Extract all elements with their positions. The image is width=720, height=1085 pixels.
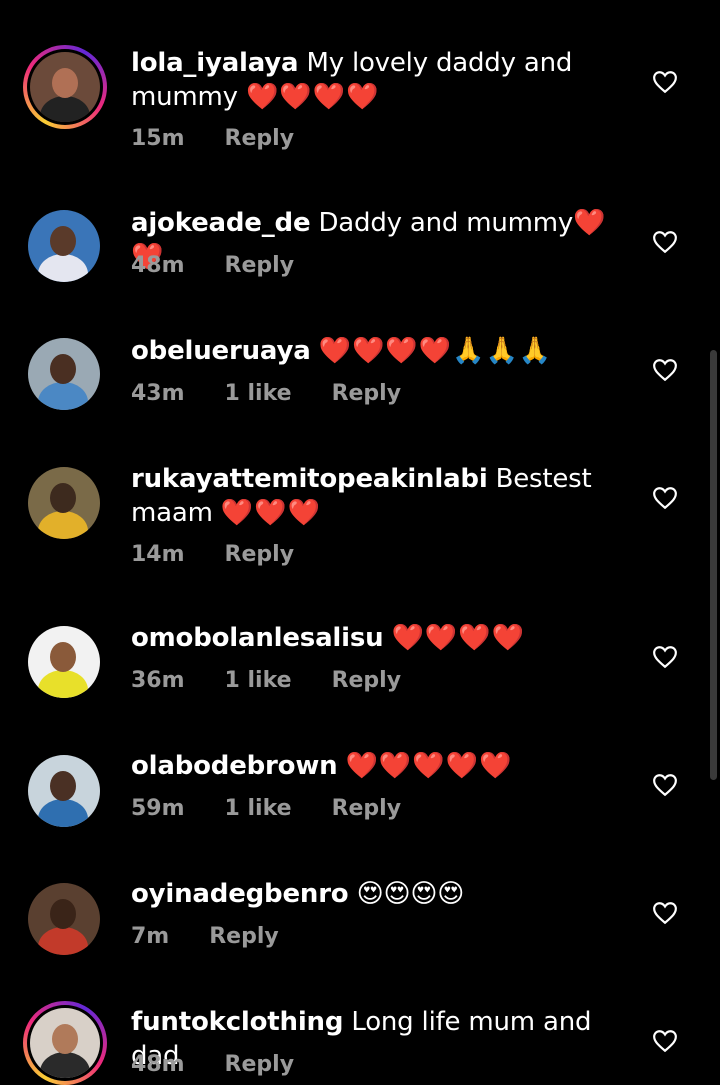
comment-meta: 43m 1 like Reply [131, 381, 441, 406]
comment-time: 15m [131, 126, 185, 151]
comment-username[interactable]: obelueruaya [131, 336, 311, 366]
comment-likes[interactable]: 1 like [225, 796, 292, 821]
heart-outline-icon[interactable] [652, 70, 678, 94]
heart-outline-icon[interactable] [652, 1029, 678, 1053]
comment-username[interactable]: olabodebrown [131, 751, 338, 781]
avatar[interactable] [23, 45, 107, 129]
comment-text: olabodebrown ❤️❤️❤️❤️❤️ [131, 749, 631, 783]
comment-emojis: ❤️❤️❤️❤️❤️ [345, 751, 513, 781]
comment-body: Daddy and mummy [318, 208, 574, 238]
heart-outline-icon[interactable] [652, 773, 678, 797]
comment-text: obelueruaya ❤️❤️❤️❤️🙏🙏🙏 [131, 334, 631, 368]
comment-time: 14m [131, 542, 185, 567]
comment-time: 59m [131, 796, 185, 821]
comment-time: 43m [131, 381, 185, 406]
comment-meta: 7m Reply [131, 924, 319, 949]
comment-text: lola_iyalaya My lovely daddy and mummy ❤… [131, 46, 631, 114]
reply-button[interactable]: Reply [332, 381, 402, 406]
comment-meta: 48m Reply [131, 253, 334, 278]
comment-meta: 59m 1 like Reply [131, 796, 441, 821]
avatar[interactable] [26, 208, 102, 284]
avatar[interactable] [26, 624, 102, 700]
comment-meta: 48m Reply [131, 1052, 334, 1077]
avatar[interactable] [26, 753, 102, 829]
comment-username[interactable]: lola_iyalaya [131, 48, 299, 78]
heart-outline-icon[interactable] [652, 230, 678, 254]
reply-button[interactable]: Reply [225, 542, 295, 567]
comment-emojis: ❤️❤️❤️ [220, 498, 321, 528]
comment-time: 36m [131, 668, 185, 693]
reply-button[interactable]: Reply [332, 796, 402, 821]
comment-username[interactable]: oyinadegbenro [131, 879, 349, 909]
comment-username[interactable]: rukayattemitopeakinlabi [131, 464, 488, 494]
comment-emojis: ❤️❤️❤️❤️🙏🙏🙏 [318, 336, 553, 366]
scrollbar[interactable] [710, 350, 717, 780]
comment-text: omobolanlesalisu ❤️❤️❤️❤️ [131, 621, 631, 655]
reply-button[interactable]: Reply [225, 253, 295, 278]
comment-emojis: ❤️❤️❤️❤️ [245, 82, 380, 112]
comment-time: 48m [131, 1052, 185, 1077]
heart-outline-icon[interactable] [652, 486, 678, 510]
comment-time: 48m [131, 253, 185, 278]
heart-outline-icon[interactable] [652, 358, 678, 382]
comment-meta: 14m Reply [131, 542, 334, 567]
avatar[interactable] [23, 1001, 107, 1085]
avatar[interactable] [26, 336, 102, 412]
comment-likes[interactable]: 1 like [225, 381, 292, 406]
reply-button[interactable]: Reply [332, 668, 402, 693]
comment-likes[interactable]: 1 like [225, 668, 292, 693]
reply-button[interactable]: Reply [209, 924, 279, 949]
comment-username[interactable]: ajokeade_de [131, 208, 311, 238]
heart-outline-icon[interactable] [652, 901, 678, 925]
comment-emojis: 😍😍😍😍 [356, 879, 465, 909]
comment-time: 7m [131, 924, 170, 949]
reply-button[interactable]: Reply [225, 126, 295, 151]
reply-button[interactable]: Reply [225, 1052, 295, 1077]
comment-text: rukayattemitopeakinlabi Bestest maam ❤️❤… [131, 462, 631, 530]
comment-meta: 15m Reply [131, 126, 334, 151]
comment-username[interactable]: omobolanlesalisu [131, 623, 384, 653]
comment-text: oyinadegbenro 😍😍😍😍 [131, 877, 631, 911]
avatar[interactable] [26, 465, 102, 541]
avatar[interactable] [26, 881, 102, 957]
comment-username[interactable]: funtokclothing [131, 1007, 343, 1037]
heart-outline-icon[interactable] [652, 645, 678, 669]
comment-meta: 36m 1 like Reply [131, 668, 441, 693]
comment-emojis: ❤️❤️❤️❤️ [391, 623, 526, 653]
